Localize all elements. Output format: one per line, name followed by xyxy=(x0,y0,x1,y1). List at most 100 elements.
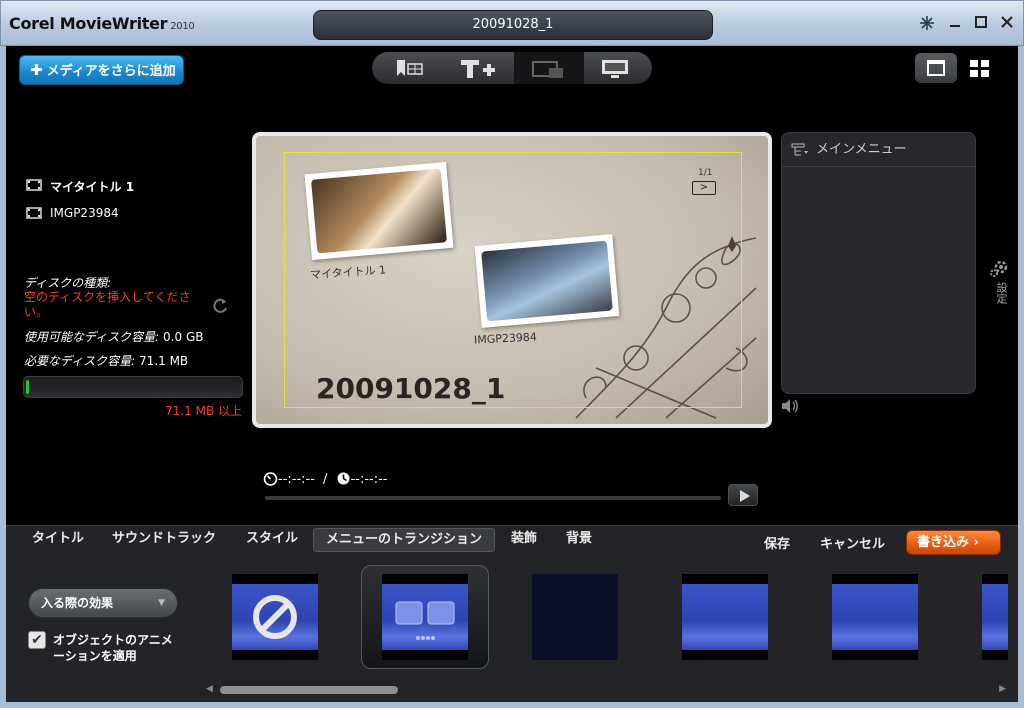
save-button[interactable]: 保存 xyxy=(764,533,790,552)
menu-preview[interactable]: 1/1 > マイタイトル 1 IMGP23984 20091028_1 xyxy=(252,132,772,428)
checkmark-icon: ✔ xyxy=(31,632,43,648)
next-page-button[interactable]: > xyxy=(692,181,716,195)
gear-icon xyxy=(990,260,1008,277)
preview-mode-button[interactable] xyxy=(580,52,650,84)
photo-image xyxy=(311,168,447,254)
tab-background[interactable]: 背景 xyxy=(554,528,604,552)
menu-list-item-label: マイタイトル 1 xyxy=(50,180,135,194)
grid-view-button[interactable] xyxy=(963,53,997,83)
transition-thumbnail-2[interactable] xyxy=(382,574,468,660)
photo-image xyxy=(481,240,613,322)
chevron-right-icon: › xyxy=(973,535,979,550)
thumbnail-image xyxy=(532,574,618,660)
minimize-icon[interactable] xyxy=(946,15,964,33)
bookmark-grid-icon xyxy=(397,60,423,76)
single-window-icon xyxy=(927,60,945,76)
menu-list-panel: メインメニュー xyxy=(781,132,976,394)
menu-list-item[interactable]: マイタイトル 1 xyxy=(26,178,134,195)
two-panels-icon xyxy=(395,601,455,640)
text-plus-icon xyxy=(461,60,495,78)
window-frame-right xyxy=(1018,46,1024,702)
timecode-display: --:--:-- / --:--:-- xyxy=(263,471,387,487)
settings-label: 設定 xyxy=(995,282,1008,304)
window-frame-bottom xyxy=(0,702,1024,708)
available-capacity: 使用可能なディスク容量: 0.0 GB xyxy=(24,328,203,345)
chapter-mode-button[interactable] xyxy=(514,52,584,84)
page-indicator: 1/1 xyxy=(698,168,713,178)
current-time: --:--:-- xyxy=(278,472,315,487)
disk-usage-fill xyxy=(26,380,29,394)
app-title: Corel MovieWriter 2010 xyxy=(9,14,195,33)
plus-icon: ✚ xyxy=(30,61,43,79)
transition-thumbnail-4[interactable] xyxy=(682,574,768,660)
tab-decoration[interactable]: 装飾 xyxy=(499,528,549,552)
film-icon xyxy=(26,207,42,219)
transition-thumbnail-3[interactable] xyxy=(532,574,618,660)
menu-list-item[interactable]: IMGP23984 xyxy=(26,206,119,220)
add-media-label: メディアをさらに追加 xyxy=(46,64,176,79)
scrollbar-thumb[interactable] xyxy=(220,686,398,694)
transition-thumbnail-none[interactable] xyxy=(232,574,318,660)
settings-side-button[interactable]: 設定 xyxy=(988,258,1010,310)
film-icon xyxy=(26,179,42,191)
disk-over-text: 71.1 MB 以上 xyxy=(165,404,242,418)
tab-style[interactable]: スタイル xyxy=(234,528,310,552)
no-entry-icon xyxy=(253,595,297,639)
seek-bar[interactable] xyxy=(265,496,721,500)
app-year: 2010 xyxy=(170,21,195,32)
monitor-icon xyxy=(602,60,628,78)
thumbnail-scrollbar[interactable]: ◀ ▶ xyxy=(206,684,1006,696)
tab-title[interactable]: タイトル xyxy=(20,528,96,552)
required-capacity: 必要なディスク容量: 71.1 MB xyxy=(24,352,188,369)
single-view-button[interactable] xyxy=(915,53,957,83)
scroll-left-icon[interactable]: ◀ xyxy=(206,684,213,694)
menu-thumbnail-1[interactable] xyxy=(304,161,454,261)
transition-thumbnail-6[interactable] xyxy=(982,574,1008,660)
play-button[interactable] xyxy=(728,484,758,506)
burn-button[interactable]: 書き込み › xyxy=(906,530,1001,555)
thumbnail-image xyxy=(982,584,1008,650)
thumbnail-image xyxy=(682,584,768,650)
tab-soundtrack[interactable]: サウンドトラック xyxy=(100,528,228,552)
close-icon[interactable] xyxy=(998,15,1016,33)
total-time: --:--:-- xyxy=(350,472,388,487)
transition-thumbnail-5[interactable] xyxy=(832,574,918,660)
available-capacity-value: 0.0 GB xyxy=(163,330,204,344)
apply-animation-label: オブジェクトのアニメーションを適用 xyxy=(53,633,173,663)
grid-icon xyxy=(970,60,989,77)
menu-template-mode-button[interactable] xyxy=(374,52,444,84)
play-icon xyxy=(740,490,750,502)
main-menu-header-label: メインメニュー xyxy=(816,142,907,157)
disk-usage-bar xyxy=(23,376,243,398)
document-title: 20091028_1 xyxy=(313,10,713,40)
mode-toolbar xyxy=(372,52,652,84)
menu-tree-icon xyxy=(791,143,808,156)
menu-list-item-label: IMGP23984 xyxy=(50,206,119,220)
refresh-icon[interactable] xyxy=(211,297,229,315)
stopwatch-icon xyxy=(263,472,278,486)
required-capacity-value: 71.1 MB xyxy=(139,354,189,368)
apply-animation-checkbox[interactable]: ✔ xyxy=(28,631,46,649)
tab-menu-transition[interactable]: メニューのトランジション xyxy=(313,528,496,552)
menu-title-text[interactable]: 20091028_1 xyxy=(316,372,505,405)
main-menu-header[interactable]: メインメニュー xyxy=(782,133,975,167)
thumbnail-image xyxy=(832,584,918,650)
maximize-icon[interactable] xyxy=(972,15,990,33)
disk-type-label: ディスクの種類: xyxy=(24,276,112,290)
film-chapter-icon xyxy=(532,61,563,78)
entry-effect-value: 入る際の効果 xyxy=(41,596,114,610)
title-bar: Corel MovieWriter 2010 20091028_1 xyxy=(0,0,1024,46)
insert-disc-warning: 空のディスクを挿入してください。 xyxy=(24,290,191,319)
required-capacity-label: 必要なディスク容量: xyxy=(24,354,136,368)
available-capacity-label: 使用可能なディスク容量: xyxy=(24,330,160,344)
chevron-down-icon: ▼ xyxy=(158,598,165,608)
menu-thumbnail-2[interactable] xyxy=(474,234,620,328)
clock-icon xyxy=(337,472,350,485)
scroll-right-icon[interactable]: ▶ xyxy=(999,684,1006,694)
entry-effect-dropdown[interactable]: 入る際の効果 ▼ xyxy=(28,588,178,618)
volume-icon[interactable] xyxy=(780,397,800,415)
add-text-mode-button[interactable] xyxy=(444,52,514,84)
settings-snowflake-icon[interactable] xyxy=(918,15,936,33)
add-media-button[interactable]: ✚ メディアをさらに追加 xyxy=(19,55,184,85)
cancel-button[interactable]: キャンセル xyxy=(820,533,885,552)
